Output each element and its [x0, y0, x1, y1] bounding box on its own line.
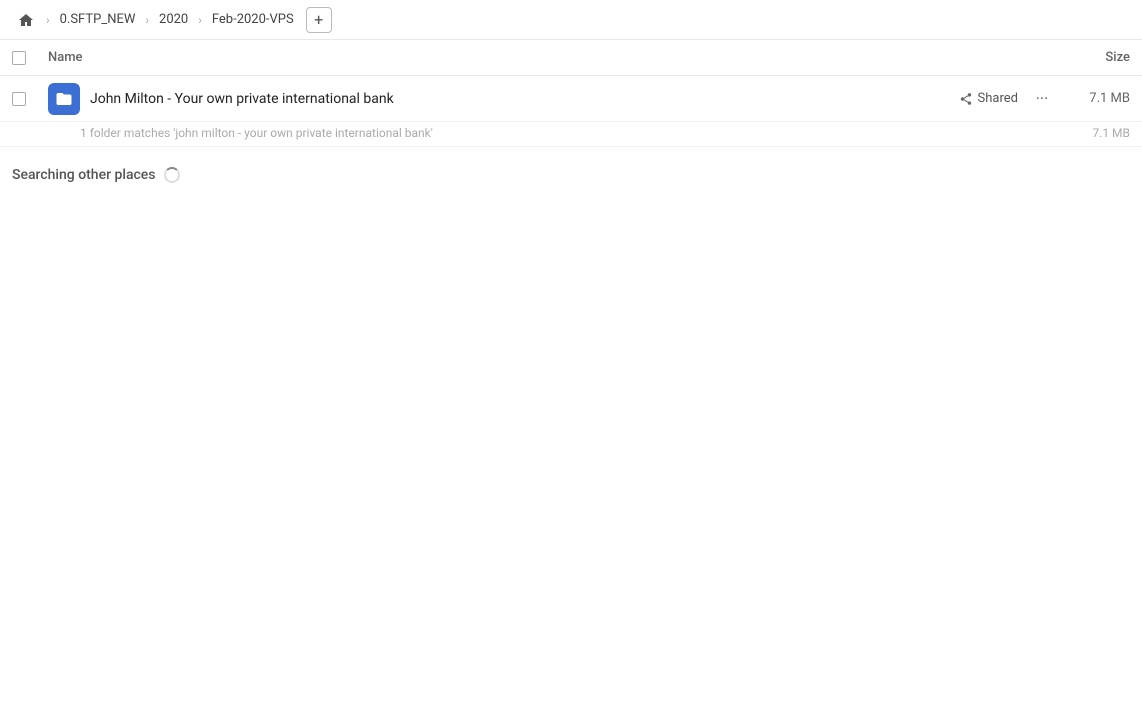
- table-header: Name Size: [0, 40, 1142, 76]
- breadcrumb-item-2[interactable]: Feb-2020-VPS: [208, 10, 298, 29]
- breadcrumb-sep-0: ›: [46, 13, 50, 27]
- searching-section: Searching other places: [0, 147, 1142, 191]
- breadcrumb-sep-1: ›: [145, 13, 149, 27]
- subtitle-row: 1 folder matches 'john milton - your own…: [0, 122, 1142, 147]
- breadcrumb-add-button[interactable]: +: [306, 7, 332, 33]
- searching-label: Searching other places: [12, 167, 156, 183]
- more-options-button[interactable]: ···: [1028, 85, 1056, 113]
- loading-spinner: [164, 167, 180, 183]
- shared-label: Shared: [978, 91, 1018, 106]
- folder-link-icon: [48, 83, 80, 115]
- select-all-checkbox[interactable]: [12, 51, 26, 65]
- file-row[interactable]: John Milton - Your own private internati…: [0, 76, 1142, 122]
- home-button[interactable]: [12, 6, 40, 34]
- row-checkbox[interactable]: [12, 92, 26, 106]
- breadcrumb-sep-2: ›: [198, 13, 202, 27]
- breadcrumb-item-0[interactable]: 0.SFTP_NEW: [56, 10, 140, 29]
- toolbar: › 0.SFTP_NEW › 2020 › Feb-2020-VPS +: [0, 0, 1142, 40]
- file-size: 7.1 MB: [1070, 91, 1130, 106]
- share-icon: [959, 92, 973, 106]
- file-name: John Milton - Your own private internati…: [90, 91, 959, 107]
- breadcrumb-item-1[interactable]: 2020: [155, 10, 192, 29]
- subtitle-text: 1 folder matches 'john milton - your own…: [80, 126, 1070, 140]
- subtitle-size: 7.1 MB: [1070, 126, 1130, 140]
- col-size-header: Size: [1050, 50, 1130, 65]
- col-name-header: Name: [48, 50, 1050, 65]
- shared-badge: Shared: [959, 91, 1018, 106]
